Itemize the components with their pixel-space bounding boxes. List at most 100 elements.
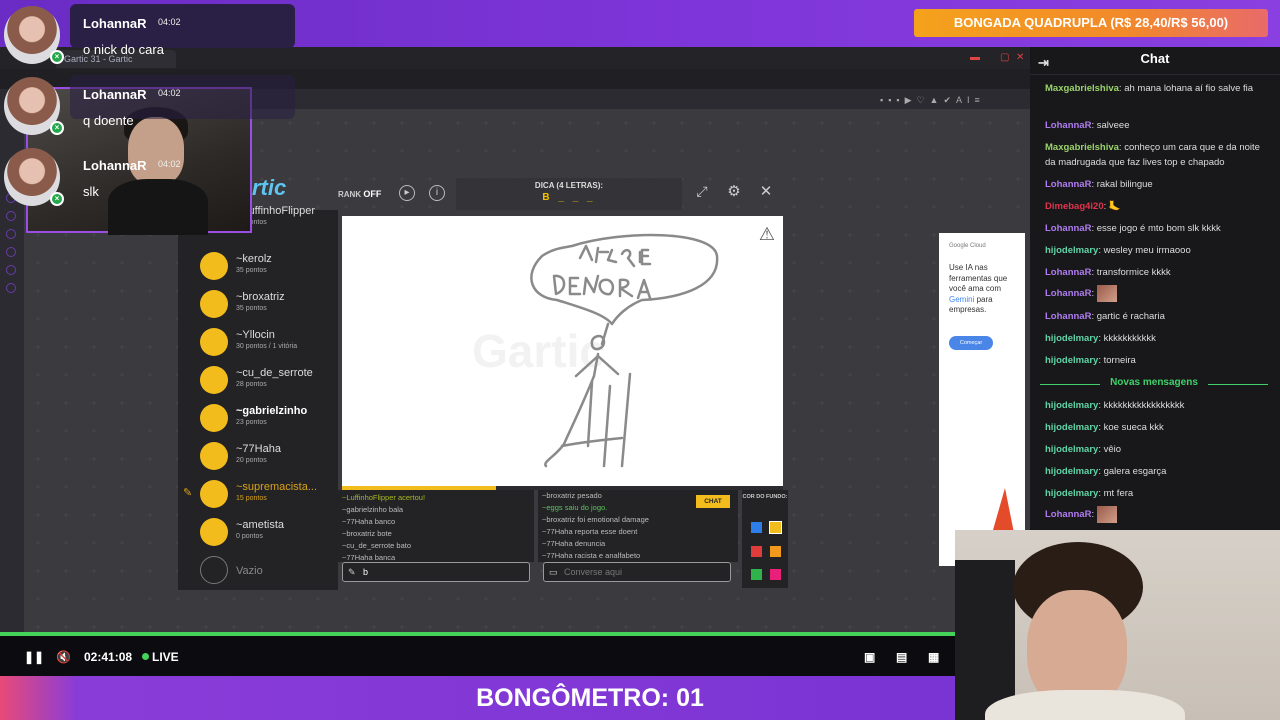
- chat-message: Dimebag4i20: 🦶: [1045, 201, 1121, 212]
- chat-message: LohannaR:: [1045, 506, 1273, 523]
- player-avatar: [200, 252, 228, 280]
- mute-icon[interactable]: 🔇: [56, 650, 71, 664]
- chat-message: Maxgabrielshiva: ah mana lohana aí fio s…: [1045, 83, 1254, 94]
- fullscreen-player-icon[interactable]: ▦: [928, 650, 939, 664]
- player-row[interactable]: ~kerolz 35 pontos: [200, 250, 340, 282]
- ad-cta-button[interactable]: Começar: [949, 335, 993, 350]
- bongometro-counter: BONGÔMETRO: 01: [476, 684, 704, 712]
- player-points: 0 pontos: [236, 533, 263, 540]
- chat-message: LohannaR: rakal bilingue: [1045, 179, 1153, 190]
- bg-color-label: COR DO FUNDO:: [742, 494, 788, 500]
- chat-message: hijodelmary: kkkkkkkkkkkkkkkkk: [1045, 400, 1185, 411]
- player-row[interactable]: ~ametista 0 pontos: [200, 516, 340, 548]
- chat-message: LohannaR: esse jogo é mto bom slk kkkk: [1045, 223, 1221, 234]
- player-row-drawing[interactable]: ~supremacista... 15 pontos: [200, 478, 340, 510]
- sidebar-icon[interactable]: [6, 247, 16, 257]
- answer-input[interactable]: ✎ b: [342, 562, 530, 582]
- overlay-time: 04:02: [158, 159, 181, 169]
- chat-message: hijodelmary: vêio: [1045, 444, 1122, 455]
- promo-banner: BONGADA QUADRUPLA (R$ 28,40/R$ 56,00): [914, 9, 1268, 37]
- player-list: ~LuffinhoFlipper36 pontos ~kerolz35 pont…: [178, 204, 340, 590]
- chat-message: LohannaR:: [1045, 285, 1273, 302]
- chat-message: hijodelmary: wesley meu irmaooo: [1045, 245, 1191, 256]
- chat-message: LohannaR: transformice kkkk: [1045, 267, 1171, 278]
- close-icon[interactable]: ✕: [758, 184, 774, 201]
- player-row[interactable]: ~77Haha 20 pontos: [200, 440, 340, 472]
- overlay-chat-message: × LohannaR 04:02 o nick do cara: [0, 0, 295, 68]
- maximize-icon[interactable]: ▢: [1000, 52, 1009, 63]
- empty-avatar-icon: [200, 556, 228, 584]
- chat-message: hijodelmary: torneira: [1045, 355, 1136, 366]
- player-row[interactable]: ~Yllocin 30 pontos / 1 vitória: [200, 326, 340, 358]
- overlay-time: 04:02: [158, 17, 181, 27]
- hint-box: DICA (4 LETRAS): B _ _ _: [456, 178, 682, 210]
- player-avatar: [200, 518, 228, 546]
- color-swatch-pink[interactable]: [770, 569, 781, 580]
- answers-log: ~LuffinhoFlipper acertou! ~gabrielzinho …: [338, 490, 534, 562]
- player-row[interactable]: ~cu_de_serrote 28 pontos: [200, 364, 340, 396]
- player-row-self[interactable]: ~gabrielzinho 23 pontos: [200, 402, 340, 434]
- chat-message: hijodelmary: mt fera: [1045, 488, 1134, 499]
- player-avatar: [200, 328, 228, 356]
- color-swatch-blue[interactable]: [751, 522, 762, 533]
- pause-icon[interactable]: ❚❚: [24, 650, 44, 664]
- emote-image: [1096, 285, 1117, 302]
- info-icon[interactable]: i: [429, 185, 445, 201]
- new-messages-divider[interactable]: Novas mensagens: [1040, 377, 1268, 388]
- live-label[interactable]: LIVE: [152, 650, 179, 664]
- player-name: ~77Haha: [236, 443, 281, 455]
- emote-image: [1096, 506, 1117, 523]
- collapse-chat-icon[interactable]: ⇥: [1038, 51, 1049, 75]
- badge-icon: ×: [50, 50, 64, 64]
- player-points: 20 pontos: [236, 457, 267, 464]
- chat-message: hijodelmary: koe sueca kkk: [1045, 422, 1164, 433]
- player-points: 28 pontos: [236, 381, 267, 388]
- browser-extension-icons[interactable]: ▪▪▪▶♡▲✔AI≡: [880, 95, 985, 106]
- sidebar-icon[interactable]: [6, 229, 16, 239]
- minimize-icon[interactable]: ▬: [970, 52, 980, 63]
- chat-message: hijodelmary: galera esgarça: [1045, 466, 1167, 477]
- stream-chat: ⇥ Chat Maxgabrielshiva: ah mana lohana aí…: [1030, 47, 1280, 530]
- answer-line: ~gabrielzinho bala: [342, 505, 404, 514]
- player-points: 35 pontos: [236, 305, 267, 312]
- pencil-icon: ✎: [183, 487, 193, 499]
- player-points: 35 pontos: [236, 267, 267, 274]
- overlay-message: o nick do cara: [83, 42, 164, 57]
- answer-line: ~77Haha banco: [342, 517, 396, 526]
- chat-message: LohannaR: salveee: [1045, 120, 1130, 131]
- drawing-canvas[interactable]: Gartic ⚠: [342, 216, 783, 486]
- color-swatch-red[interactable]: [751, 546, 762, 557]
- chat-tab-label[interactable]: CHAT: [696, 495, 730, 508]
- player-avatar: [200, 404, 228, 432]
- theatre-mode-icon[interactable]: ▣: [864, 650, 875, 664]
- overlay-username: LohannaR: [83, 87, 147, 102]
- video-icon[interactable]: ▸: [399, 185, 415, 201]
- chat-bubble-icon: ▭: [549, 567, 558, 577]
- settings-gear-icon[interactable]: ⚙: [726, 184, 742, 201]
- player-name: ~kerolz: [236, 253, 272, 265]
- overlay-message: slk: [83, 184, 99, 199]
- hint-label: DICA (4 LETRAS):: [534, 181, 604, 190]
- chat-input[interactable]: ▭ Converse aqui: [543, 562, 731, 582]
- sidebar-icon[interactable]: [6, 283, 16, 293]
- player-points: 15 pontos: [236, 495, 267, 502]
- sidebar-icon[interactable]: [6, 211, 16, 221]
- badge-icon: ×: [50, 192, 64, 206]
- ad-text: Use IA nas ferramentas que você ama com …: [949, 263, 1008, 314]
- player-name: ~gabrielzinho: [236, 405, 308, 417]
- sidebar-icon[interactable]: [6, 265, 16, 275]
- fullscreen-icon[interactable]: ⤢: [694, 184, 710, 201]
- chat-line: ~77Haha denuncia: [542, 539, 606, 548]
- clip-icon[interactable]: ▤: [896, 650, 907, 664]
- player-name: ~broxatriz: [236, 291, 285, 303]
- color-swatch-orange[interactable]: [770, 546, 781, 557]
- ad-banner[interactable]: Google Cloud Use IA nas ferramentas que …: [939, 233, 1025, 566]
- player-row[interactable]: ~broxatriz 35 pontos: [200, 288, 340, 320]
- color-swatch-yellow[interactable]: [769, 521, 782, 534]
- overlay-time: 04:02: [158, 88, 181, 98]
- live-indicator-icon: [142, 653, 149, 660]
- player-points: 30 pontos / 1 vitória: [236, 343, 298, 350]
- close-window-icon[interactable]: ✕: [1016, 52, 1024, 63]
- color-swatch-green[interactable]: [751, 569, 762, 580]
- rank-toggle[interactable]: RANK OFF: [338, 189, 381, 199]
